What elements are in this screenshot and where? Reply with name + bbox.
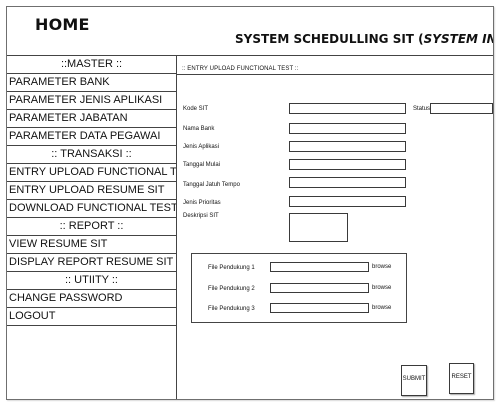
tanggal-jatuh-tempo-label: Tanggal Jatuh Tempo bbox=[183, 182, 240, 188]
sidebar-item-parameter-jenis-aplikasi[interactable]: PARAMETER JENIS APLIKASI bbox=[7, 92, 176, 110]
file1-label: File Pendukung 1 bbox=[208, 265, 255, 271]
status-label: Status bbox=[413, 106, 431, 112]
home-link[interactable]: HOME bbox=[35, 15, 90, 34]
file3-input[interactable] bbox=[270, 303, 369, 313]
header: HOME SYSTEM SCHEDULLING SIT (SYSTEM INTE… bbox=[7, 7, 493, 56]
file3-label: File Pendukung 3 bbox=[208, 306, 255, 312]
sidebar-item-change-password[interactable]: CHANGE PASSWORD bbox=[7, 290, 176, 308]
file1-input[interactable] bbox=[270, 262, 369, 272]
app-window: HOME SYSTEM SCHEDULLING SIT (SYSTEM INTE… bbox=[6, 6, 494, 400]
jenis-prioritas-label: Jenis Prioritas bbox=[183, 200, 221, 206]
sidebar-section-transaksi: :: TRANSAKSI :: bbox=[7, 146, 176, 164]
sidebar-item-entry-upload-functional-test[interactable]: ENTRY UPLOAD FUNCTIONAL TEST bbox=[7, 164, 176, 182]
section-divider bbox=[177, 74, 493, 75]
page-title: SYSTEM SCHEDULLING SIT (SYSTEM INTEGRATI… bbox=[235, 32, 493, 46]
upload-group: File Pendukung 1 browse File Pendukung 2… bbox=[191, 253, 407, 323]
sidebar-item-logout[interactable]: LOGOUT bbox=[7, 308, 176, 326]
tanggal-mulai-label: Tanggal Mulai bbox=[183, 162, 221, 168]
file3-browse-button[interactable]: browse bbox=[372, 305, 391, 311]
deskripsi-sit-label: Deskripsi SIT bbox=[183, 213, 219, 219]
sidebar: ::MASTER :: PARAMETER BANK PARAMETER JEN… bbox=[7, 56, 177, 399]
sidebar-section-report: :: REPORT :: bbox=[7, 218, 176, 236]
jenis-aplikasi-label: Jenis Aplikasi bbox=[183, 144, 220, 150]
main-content: :: ENTRY UPLOAD FUNCTIONAL TEST :: Kode … bbox=[177, 56, 493, 399]
sidebar-item-parameter-data-pegawai[interactable]: PARAMETER DATA PEGAWAI bbox=[7, 128, 176, 146]
reset-button[interactable]: RESET bbox=[449, 363, 474, 394]
file2-input[interactable] bbox=[270, 283, 369, 293]
sidebar-item-parameter-jabatan[interactable]: PARAMETER JABATAN bbox=[7, 110, 176, 128]
sidebar-item-display-report-resume-sit[interactable]: DISPLAY REPORT RESUME SIT bbox=[7, 254, 176, 272]
sidebar-section-utility: :: UTIITY :: bbox=[7, 272, 176, 290]
sidebar-item-entry-upload-resume-sit[interactable]: ENTRY UPLOAD RESUME SIT bbox=[7, 182, 176, 200]
jenis-prioritas-input[interactable] bbox=[289, 196, 406, 207]
sidebar-section-master: ::MASTER :: bbox=[7, 56, 176, 74]
file2-label: File Pendukung 2 bbox=[208, 286, 255, 292]
tanggal-mulai-input[interactable] bbox=[289, 159, 406, 170]
jenis-aplikasi-input[interactable] bbox=[289, 141, 406, 152]
nama-bank-label: Nama Bank bbox=[183, 126, 215, 132]
page-title-italic: SYSTEM INTEGRATION TEST bbox=[423, 32, 493, 46]
sidebar-item-view-resume-sit[interactable]: VIEW RESUME SIT bbox=[7, 236, 176, 254]
kode-sit-input[interactable] bbox=[289, 103, 406, 114]
kode-sit-label: Kode SIT bbox=[183, 106, 209, 112]
page-title-prefix: SYSTEM SCHEDULLING SIT ( bbox=[235, 32, 424, 46]
file2-browse-button[interactable]: browse bbox=[372, 285, 391, 291]
nama-bank-input[interactable] bbox=[289, 123, 406, 134]
sidebar-item-download-functional-test[interactable]: DOWNLOAD FUNCTIONAL TEST bbox=[7, 200, 176, 218]
file1-browse-button[interactable]: browse bbox=[372, 264, 391, 270]
form-section-title: :: ENTRY UPLOAD FUNCTIONAL TEST :: bbox=[182, 66, 299, 72]
submit-button[interactable]: SUBMIT bbox=[401, 365, 427, 396]
sidebar-item-parameter-bank[interactable]: PARAMETER BANK bbox=[7, 74, 176, 92]
status-input[interactable] bbox=[430, 103, 493, 114]
tanggal-jatuh-tempo-input[interactable] bbox=[289, 177, 406, 188]
deskripsi-sit-textarea[interactable] bbox=[289, 213, 348, 242]
